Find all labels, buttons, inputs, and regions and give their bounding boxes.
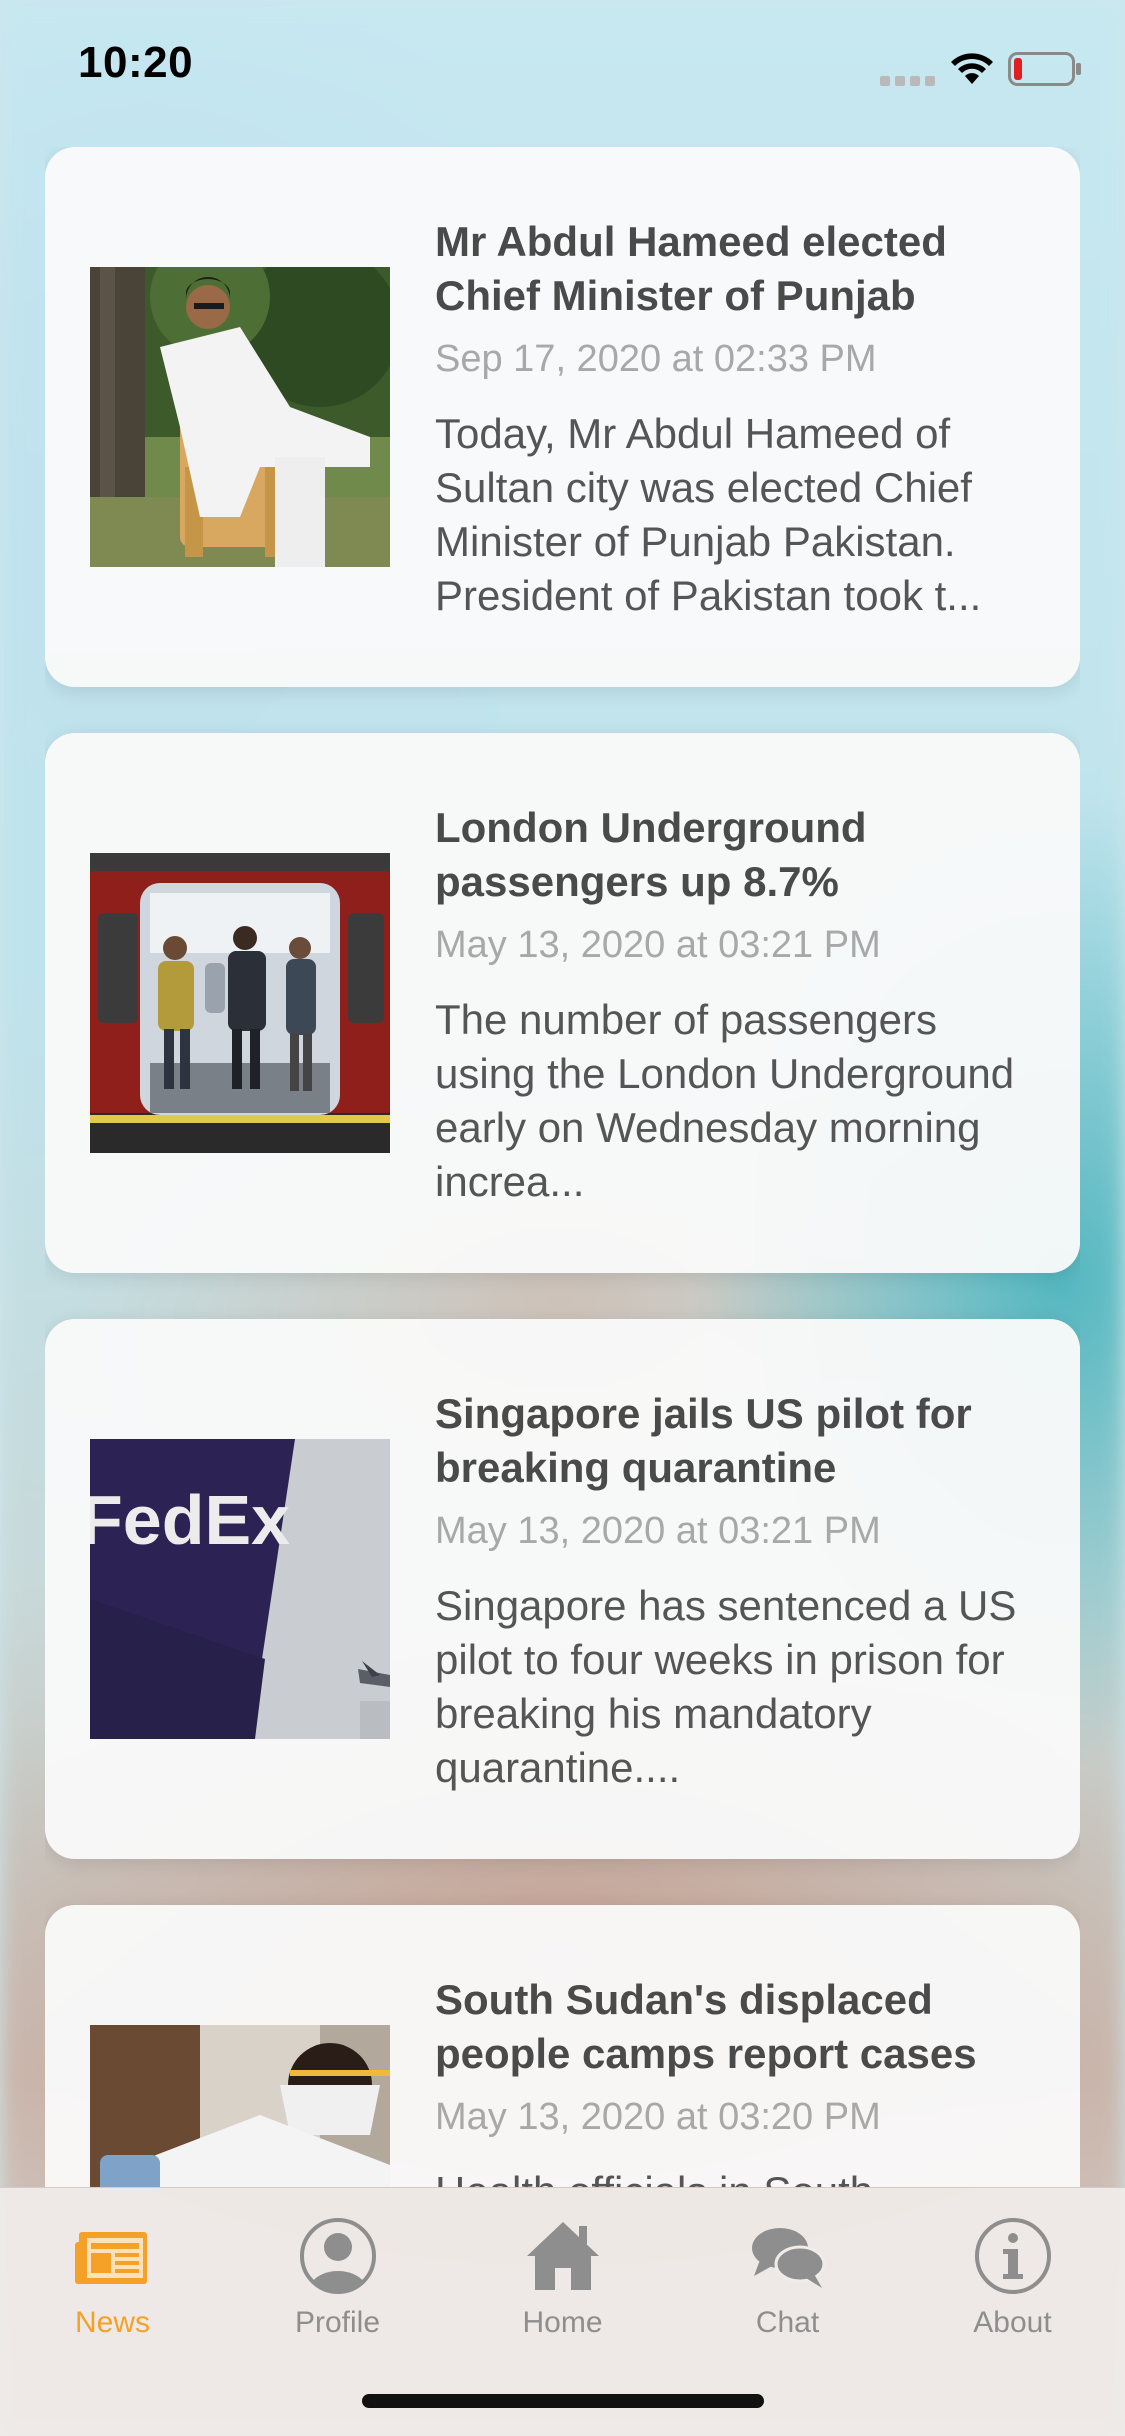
fedex-logo: FedEx xyxy=(90,1481,290,1559)
tab-home[interactable]: Home xyxy=(450,2208,675,2358)
tab-profile[interactable]: Profile xyxy=(225,2208,450,2358)
article-thumbnail xyxy=(90,267,390,567)
info-icon xyxy=(974,2218,1051,2294)
article-text: South Sudan's displaced people camps rep… xyxy=(435,1973,1035,2187)
home-icon xyxy=(526,2222,599,2290)
article-summary: Health officials in South xyxy=(435,2165,1035,2187)
article-thumbnail xyxy=(90,853,390,1153)
news-card[interactable]: London Underground passengers up 8.7% Ma… xyxy=(45,733,1080,1273)
article-title: Mr Abdul Hameed elected Chief Minister o… xyxy=(435,218,947,319)
tab-news[interactable]: News xyxy=(0,2208,225,2358)
signal-icon xyxy=(880,76,935,86)
article-text: Singapore jails US pilot for breaking qu… xyxy=(435,1387,1035,1795)
article-summary: Singapore has sentenced a US pilot to fo… xyxy=(435,1582,1017,1791)
chat-icon xyxy=(751,2228,825,2288)
news-card[interactable]: Mr Abdul Hameed elected Chief Minister o… xyxy=(45,147,1080,687)
tab-label: About xyxy=(973,2306,1052,2339)
tab-label: Home xyxy=(522,2306,603,2339)
status-time: 10:20 xyxy=(78,38,194,87)
news-card[interactable]: FedEx Singapore jails US pilot for break… xyxy=(45,1319,1080,1859)
home-indicator[interactable] xyxy=(362,2394,764,2408)
article-text: London Underground passengers up 8.7% Ma… xyxy=(435,801,1035,1209)
article-date: May 13, 2020 at 03:21 PM xyxy=(435,1510,881,1552)
profile-icon xyxy=(299,2218,376,2294)
article-date: May 13, 2020 at 03:21 PM xyxy=(435,924,881,966)
article-thumbnail: FedEx xyxy=(90,1439,390,1739)
tab-label: Profile xyxy=(294,2306,381,2339)
article-title: London Underground passengers up 8.7% xyxy=(435,804,867,905)
news-card[interactable]: South Sudan's displaced people camps rep… xyxy=(45,1905,1080,2187)
newspaper-icon xyxy=(74,2232,147,2284)
tab-about[interactable]: About xyxy=(900,2208,1125,2358)
tab-chat[interactable]: Chat xyxy=(675,2208,900,2358)
article-date: May 13, 2020 at 03:20 PM xyxy=(435,2096,881,2138)
tab-label: News xyxy=(74,2306,150,2339)
tab-label: Chat xyxy=(755,2306,820,2339)
wifi-icon xyxy=(951,53,993,84)
article-date: Sep 17, 2020 at 02:33 PM xyxy=(435,338,877,380)
article-title: Singapore jails US pilot for breaking qu… xyxy=(435,1390,972,1491)
article-summary: Today, Mr Abdul Hameed of Sultan city wa… xyxy=(435,410,982,619)
battery-icon xyxy=(1008,52,1081,86)
article-summary: The number of passengers using the Londo… xyxy=(435,996,1015,1205)
news-feed[interactable]: Mr Abdul Hameed elected Chief Minister o… xyxy=(45,147,1080,2187)
article-thumbnail xyxy=(90,2025,390,2187)
article-title: South Sudan's displaced people camps rep… xyxy=(435,1976,977,2077)
article-text: Mr Abdul Hameed elected Chief Minister o… xyxy=(435,215,1035,623)
status-bar: 10:20 xyxy=(0,0,1125,140)
